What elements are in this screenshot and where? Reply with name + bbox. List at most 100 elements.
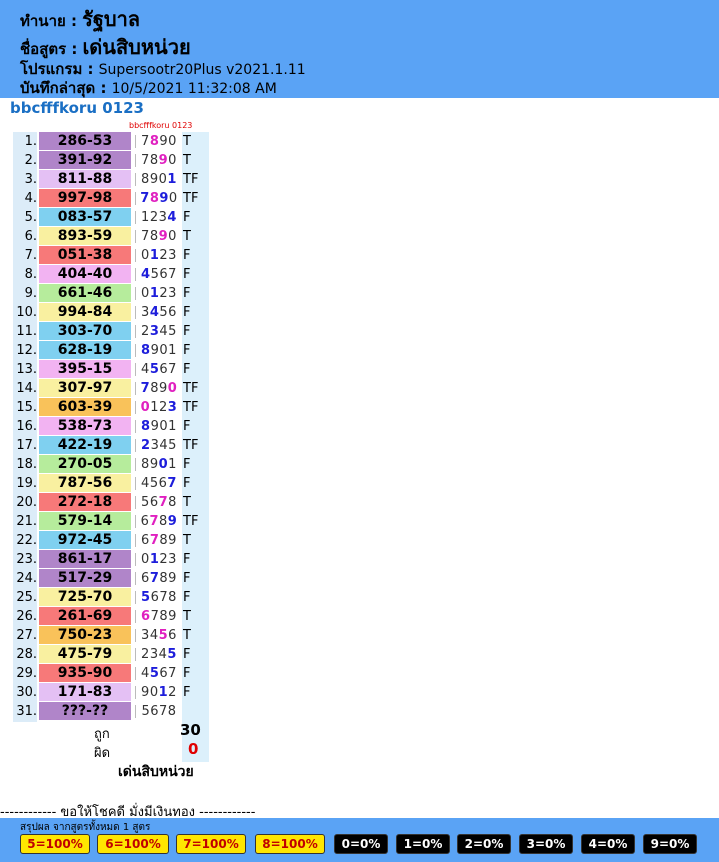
result-flag: F — [183, 419, 191, 434]
lottery-number: 270-05 — [39, 455, 131, 473]
predicted-digits: 1234 — [141, 210, 177, 225]
column-divider — [135, 496, 136, 509]
predicted-digits: 4567 — [141, 476, 177, 491]
result-flag: T — [183, 495, 191, 510]
predicted-digits: 8901 — [141, 172, 177, 187]
row-number: 2. — [24, 153, 37, 168]
lottery-number: 750-23 — [39, 626, 131, 644]
predicted-digits: 7890 — [141, 229, 177, 244]
result-flag: F — [183, 647, 191, 662]
predicted-digits: 6789 — [141, 609, 177, 624]
result-flag: F — [183, 286, 191, 301]
table-row: 25. 725-70 5678 F — [13, 588, 209, 607]
row-number: 17. — [16, 438, 37, 453]
table-row: 17. 422-19 2345 TF — [13, 436, 209, 455]
table-row: 22. 972-45 6789 T — [13, 531, 209, 550]
correct-count: 30 — [180, 721, 201, 739]
table-row: 1. 286-53 7890 T — [13, 132, 209, 151]
row-number: 5. — [24, 210, 37, 225]
predicted-digits: 0123 — [140, 400, 178, 415]
column-divider — [135, 249, 136, 262]
digit-percent-chip: 8=100% — [255, 834, 325, 854]
row-number: 20. — [16, 495, 37, 510]
lottery-number: 286-53 — [39, 132, 131, 150]
row-number: 26. — [16, 609, 37, 624]
table-row: 5. 083-57 1234 F — [13, 208, 209, 227]
result-flag: F — [183, 457, 191, 472]
table-row: 11. 303-70 2345 F — [13, 322, 209, 341]
predicted-digits: 6789 — [140, 514, 178, 529]
predicted-digits: 0123 — [141, 286, 177, 301]
column-divider — [135, 534, 136, 547]
saved-row: บันทึกล่าสุด : 10/5/2021 11:32:08 AM — [20, 76, 277, 100]
column-divider — [135, 135, 136, 148]
row-number: 7. — [24, 248, 37, 263]
lottery-number: 628-19 — [39, 341, 131, 359]
table-row: 9. 661-46 0123 F — [13, 284, 209, 303]
result-flag: F — [183, 571, 191, 586]
table-row: 28. 475-79 2345 F — [13, 645, 209, 664]
row-number: 19. — [16, 476, 37, 491]
table-row: 31. ???-?? 5678 — [13, 702, 209, 721]
column-divider — [135, 325, 136, 338]
row-number: 6. — [24, 229, 37, 244]
table-row: 19. 787-56 4567 F — [13, 474, 209, 493]
table-row: 4. 997-98 7890 TF — [13, 189, 209, 208]
result-flag: F — [183, 685, 191, 700]
lottery-number: 661-46 — [39, 284, 131, 302]
table-row: 8. 404-40 4567 F — [13, 265, 209, 284]
header-bar: ทำนาย : รัฐบาล ชื่อสูตร : เด่นสิบหน่วย โ… — [0, 0, 719, 98]
table-row: 23. 861-17 0123 F — [13, 550, 209, 569]
column-divider — [135, 192, 136, 205]
predicted-digits: 2345 — [141, 438, 177, 453]
row-number: 10. — [16, 305, 37, 320]
predicted-digits: 8901 — [141, 457, 177, 472]
lottery-number: 972-45 — [39, 531, 131, 549]
lottery-number: 404-40 — [39, 265, 131, 283]
lottery-number: 935-90 — [39, 664, 131, 682]
result-flag: TF — [183, 514, 199, 529]
digit-percent-chip: 6=100% — [97, 834, 169, 854]
predict-label: ทำนาย : — [20, 12, 77, 30]
table-row: 3. 811-88 8901 TF — [13, 170, 209, 189]
row-number: 4. — [24, 191, 37, 206]
result-flag: TF — [183, 172, 199, 187]
predicted-digits: 4567 — [141, 666, 177, 681]
lottery-number: 475-79 — [39, 645, 131, 663]
row-number: 13. — [16, 362, 37, 377]
result-flag: F — [183, 305, 191, 320]
column-divider — [135, 591, 136, 604]
result-flag: F — [183, 324, 191, 339]
result-flag: F — [183, 248, 191, 263]
column-divider — [135, 306, 136, 319]
predicted-digits: 0123 — [141, 552, 177, 567]
lottery-number: 272-18 — [39, 493, 131, 511]
table-row: 29. 935-90 4567 F — [13, 664, 209, 683]
predicted-digits: 4567 — [141, 362, 177, 377]
table-row: 24. 517-29 6789 F — [13, 569, 209, 588]
row-number: 1. — [24, 134, 37, 149]
result-flag: T — [183, 134, 191, 149]
column-divider — [135, 287, 136, 300]
row-number: 11. — [16, 324, 37, 339]
row-number: 3. — [24, 172, 37, 187]
row-number: 12. — [16, 343, 37, 358]
table-row: 30. 171-83 9012 F — [13, 683, 209, 702]
predict-value: รัฐบาล — [82, 7, 141, 31]
formula-value: เด่นสิบหน่วย — [82, 35, 191, 59]
lottery-number: 422-19 — [39, 436, 131, 454]
lottery-number: 391-92 — [39, 151, 131, 169]
column-divider — [135, 420, 136, 433]
row-number: 29. — [16, 666, 37, 681]
table-row: 12. 628-19 8901 F — [13, 341, 209, 360]
row-number: 18. — [16, 457, 37, 472]
row-number: 9. — [24, 286, 37, 301]
column-divider — [135, 401, 136, 414]
column-divider — [135, 667, 136, 680]
predicted-digits: 4567 — [141, 267, 177, 282]
row-number: 27. — [16, 628, 37, 643]
column-divider — [135, 553, 136, 566]
column-divider — [135, 154, 136, 167]
table-row: 13. 395-15 4567 F — [13, 360, 209, 379]
wrong-label: ผิด — [94, 746, 111, 761]
